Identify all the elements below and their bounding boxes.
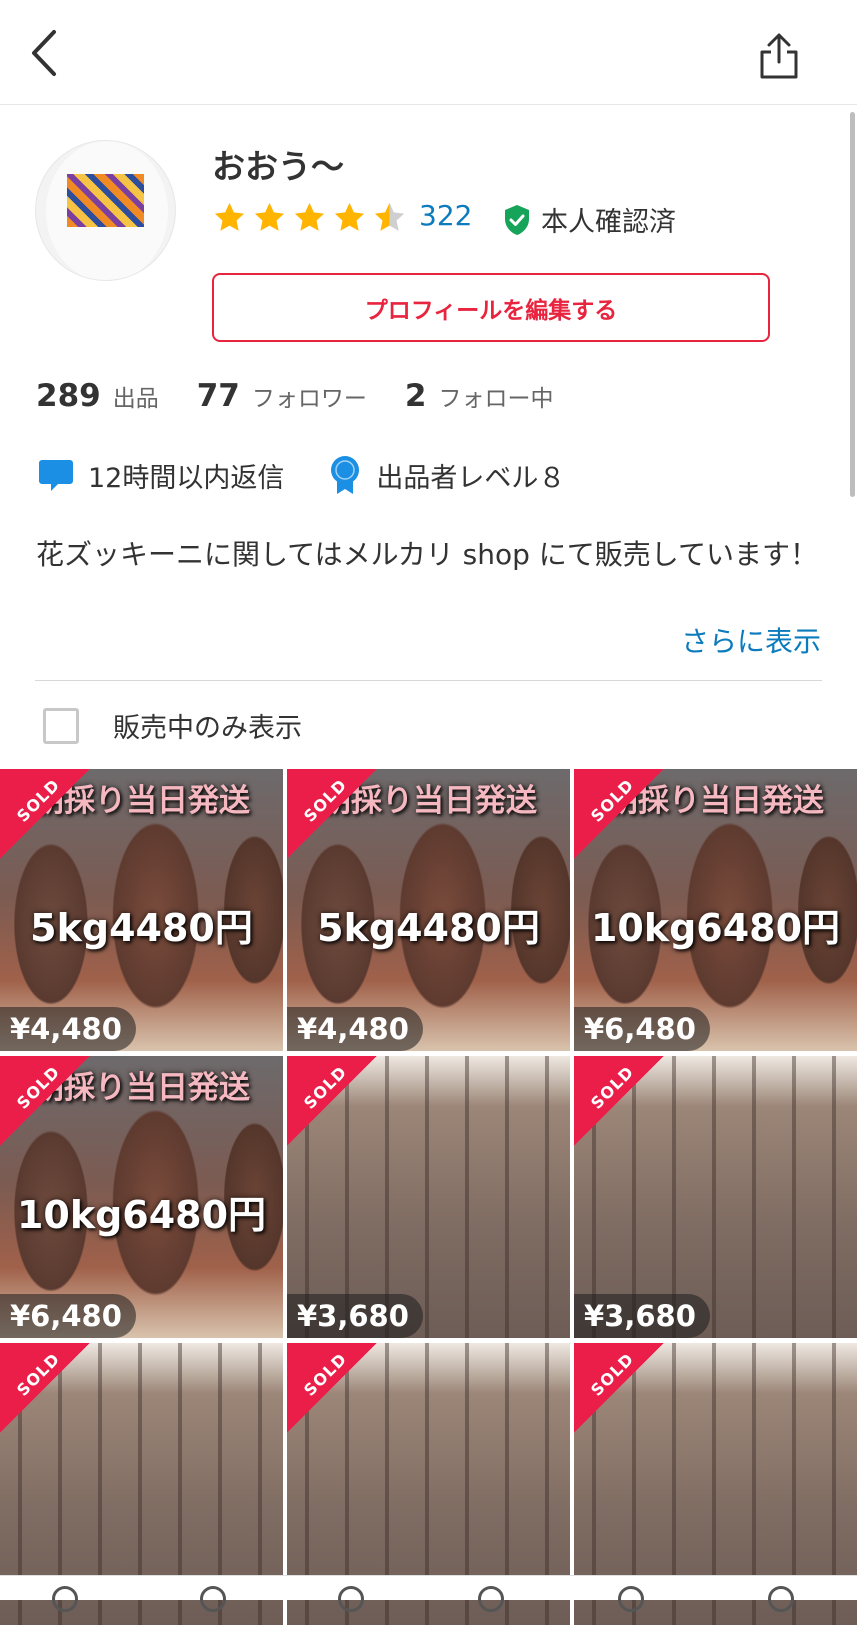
star-icon bbox=[334, 202, 365, 231]
award-ribbon-icon bbox=[331, 456, 360, 494]
item-card[interactable]: 朝採り当日発送 5kg4480円 SOLD ¥4,480 bbox=[0, 769, 283, 1051]
item-card[interactable]: 朝採り当日発送 10kg6480円 SOLD ¥6,480 bbox=[0, 1056, 283, 1338]
verified-label: 本人確認済 bbox=[541, 207, 676, 238]
stats-row: 289 出品 77 フォロワー 2 フォロー中 bbox=[36, 378, 591, 414]
shield-check-icon bbox=[505, 204, 529, 235]
on-sale-filter[interactable]: 販売中のみ表示 bbox=[43, 706, 302, 745]
sold-ribbon: SOLD bbox=[0, 769, 90, 859]
item-card[interactable]: 朝採り当日発送 10kg6480円 SOLD ¥6,480 bbox=[574, 769, 857, 1051]
verified-badge: 本人確認済 bbox=[503, 200, 676, 239]
stat-following[interactable]: 2 フォロー中 bbox=[405, 378, 554, 414]
sold-ribbon: SOLD bbox=[574, 769, 664, 859]
filter-label: 販売中のみ表示 bbox=[113, 713, 302, 744]
back-button[interactable] bbox=[24, 26, 64, 80]
badge-label: 12時間以内返信 bbox=[88, 462, 285, 494]
chat-bubble-icon bbox=[39, 460, 73, 491]
badge-seller-level: 出品者レベル８ bbox=[328, 455, 565, 495]
item-caption: 5kg4480円 bbox=[317, 906, 540, 950]
divider bbox=[35, 680, 822, 681]
stat-label: フォロワー bbox=[251, 386, 367, 412]
sold-label: SOLD bbox=[586, 1062, 638, 1113]
edit-profile-button[interactable]: プロフィールを編集する bbox=[212, 273, 770, 342]
sold-label: SOLD bbox=[586, 775, 638, 826]
rating-stars[interactable] bbox=[212, 200, 407, 235]
favorites-tab-icon[interactable] bbox=[200, 1586, 226, 1612]
sold-label: SOLD bbox=[299, 1062, 351, 1113]
home-tab-icon[interactable] bbox=[52, 1586, 78, 1612]
top-bar bbox=[0, 0, 857, 105]
bottom-tab-bar bbox=[0, 1575, 857, 1612]
sold-ribbon: SOLD bbox=[287, 1343, 377, 1433]
stat-number: 289 bbox=[36, 378, 101, 414]
account-tab-icon[interactable] bbox=[768, 1586, 794, 1612]
seller-badges: 12時間以内返信 出品者レベル８ bbox=[38, 455, 609, 495]
sold-ribbon: SOLD bbox=[574, 1056, 664, 1146]
item-card[interactable]: 朝採り当日発送 5kg4480円 SOLD ¥4,480 bbox=[287, 769, 570, 1051]
item-grid: 朝採り当日発送 5kg4480円 SOLD ¥4,480 朝採り当日発送 5kg… bbox=[0, 769, 857, 1625]
sold-label: SOLD bbox=[12, 1349, 64, 1400]
item-caption: 10kg6480円 bbox=[590, 906, 841, 950]
item-caption: 5kg4480円 bbox=[30, 906, 253, 950]
bio-text: 花ズッキーニに関してはメルカリ shop にて販売しています！ bbox=[36, 538, 818, 571]
search-tab-icon[interactable] bbox=[618, 1586, 644, 1612]
item-card[interactable]: SOLD ¥3,680 bbox=[287, 1056, 570, 1338]
sold-ribbon: SOLD bbox=[574, 1343, 664, 1433]
sold-label: SOLD bbox=[586, 1349, 638, 1400]
notifications-tab-icon[interactable] bbox=[478, 1586, 504, 1612]
show-more-link[interactable]: さらに表示 bbox=[681, 620, 821, 660]
stat-label: 出品 bbox=[112, 386, 159, 412]
on-sale-checkbox[interactable] bbox=[43, 707, 79, 744]
sold-ribbon: SOLD bbox=[0, 1343, 90, 1433]
stat-label: フォロー中 bbox=[438, 386, 554, 412]
star-half-icon bbox=[374, 202, 405, 231]
item-price: ¥4,480 bbox=[287, 1007, 423, 1051]
username: おおう〜 bbox=[212, 147, 344, 186]
stat-number: 77 bbox=[196, 378, 240, 414]
star-icon bbox=[294, 202, 325, 231]
sell-tab-icon[interactable] bbox=[338, 1586, 364, 1612]
stat-listings[interactable]: 289 出品 bbox=[36, 378, 159, 414]
stat-followers[interactable]: 77 フォロワー bbox=[197, 378, 367, 414]
rating-count[interactable]: 322 bbox=[419, 199, 472, 232]
badge-response-time: 12時間以内返信 bbox=[38, 456, 284, 495]
avatar-print-image bbox=[67, 174, 144, 227]
item-price: ¥6,480 bbox=[0, 1294, 136, 1338]
item-caption: 10kg6480円 bbox=[16, 1193, 267, 1237]
chevron-left-icon bbox=[32, 30, 56, 76]
scrollbar[interactable] bbox=[850, 112, 855, 497]
item-price: ¥3,680 bbox=[574, 1294, 710, 1338]
item-price: ¥3,680 bbox=[287, 1294, 423, 1338]
share-button[interactable] bbox=[757, 32, 801, 80]
sold-label: SOLD bbox=[299, 775, 351, 826]
share-icon bbox=[760, 33, 798, 79]
avatar[interactable] bbox=[35, 140, 176, 281]
sold-ribbon: SOLD bbox=[287, 1056, 377, 1146]
sold-ribbon: SOLD bbox=[0, 1056, 90, 1146]
badge-label: 出品者レベル８ bbox=[376, 462, 566, 494]
sold-label: SOLD bbox=[12, 775, 64, 826]
sold-ribbon: SOLD bbox=[287, 769, 377, 859]
item-card[interactable]: SOLD ¥3,680 bbox=[574, 1056, 857, 1338]
star-icon bbox=[254, 202, 285, 231]
sold-label: SOLD bbox=[299, 1349, 351, 1400]
item-price: ¥6,480 bbox=[574, 1007, 710, 1051]
item-price: ¥4,480 bbox=[0, 1007, 136, 1051]
star-icon bbox=[214, 202, 245, 231]
stat-number: 2 bbox=[404, 378, 427, 414]
sold-label: SOLD bbox=[12, 1062, 64, 1113]
